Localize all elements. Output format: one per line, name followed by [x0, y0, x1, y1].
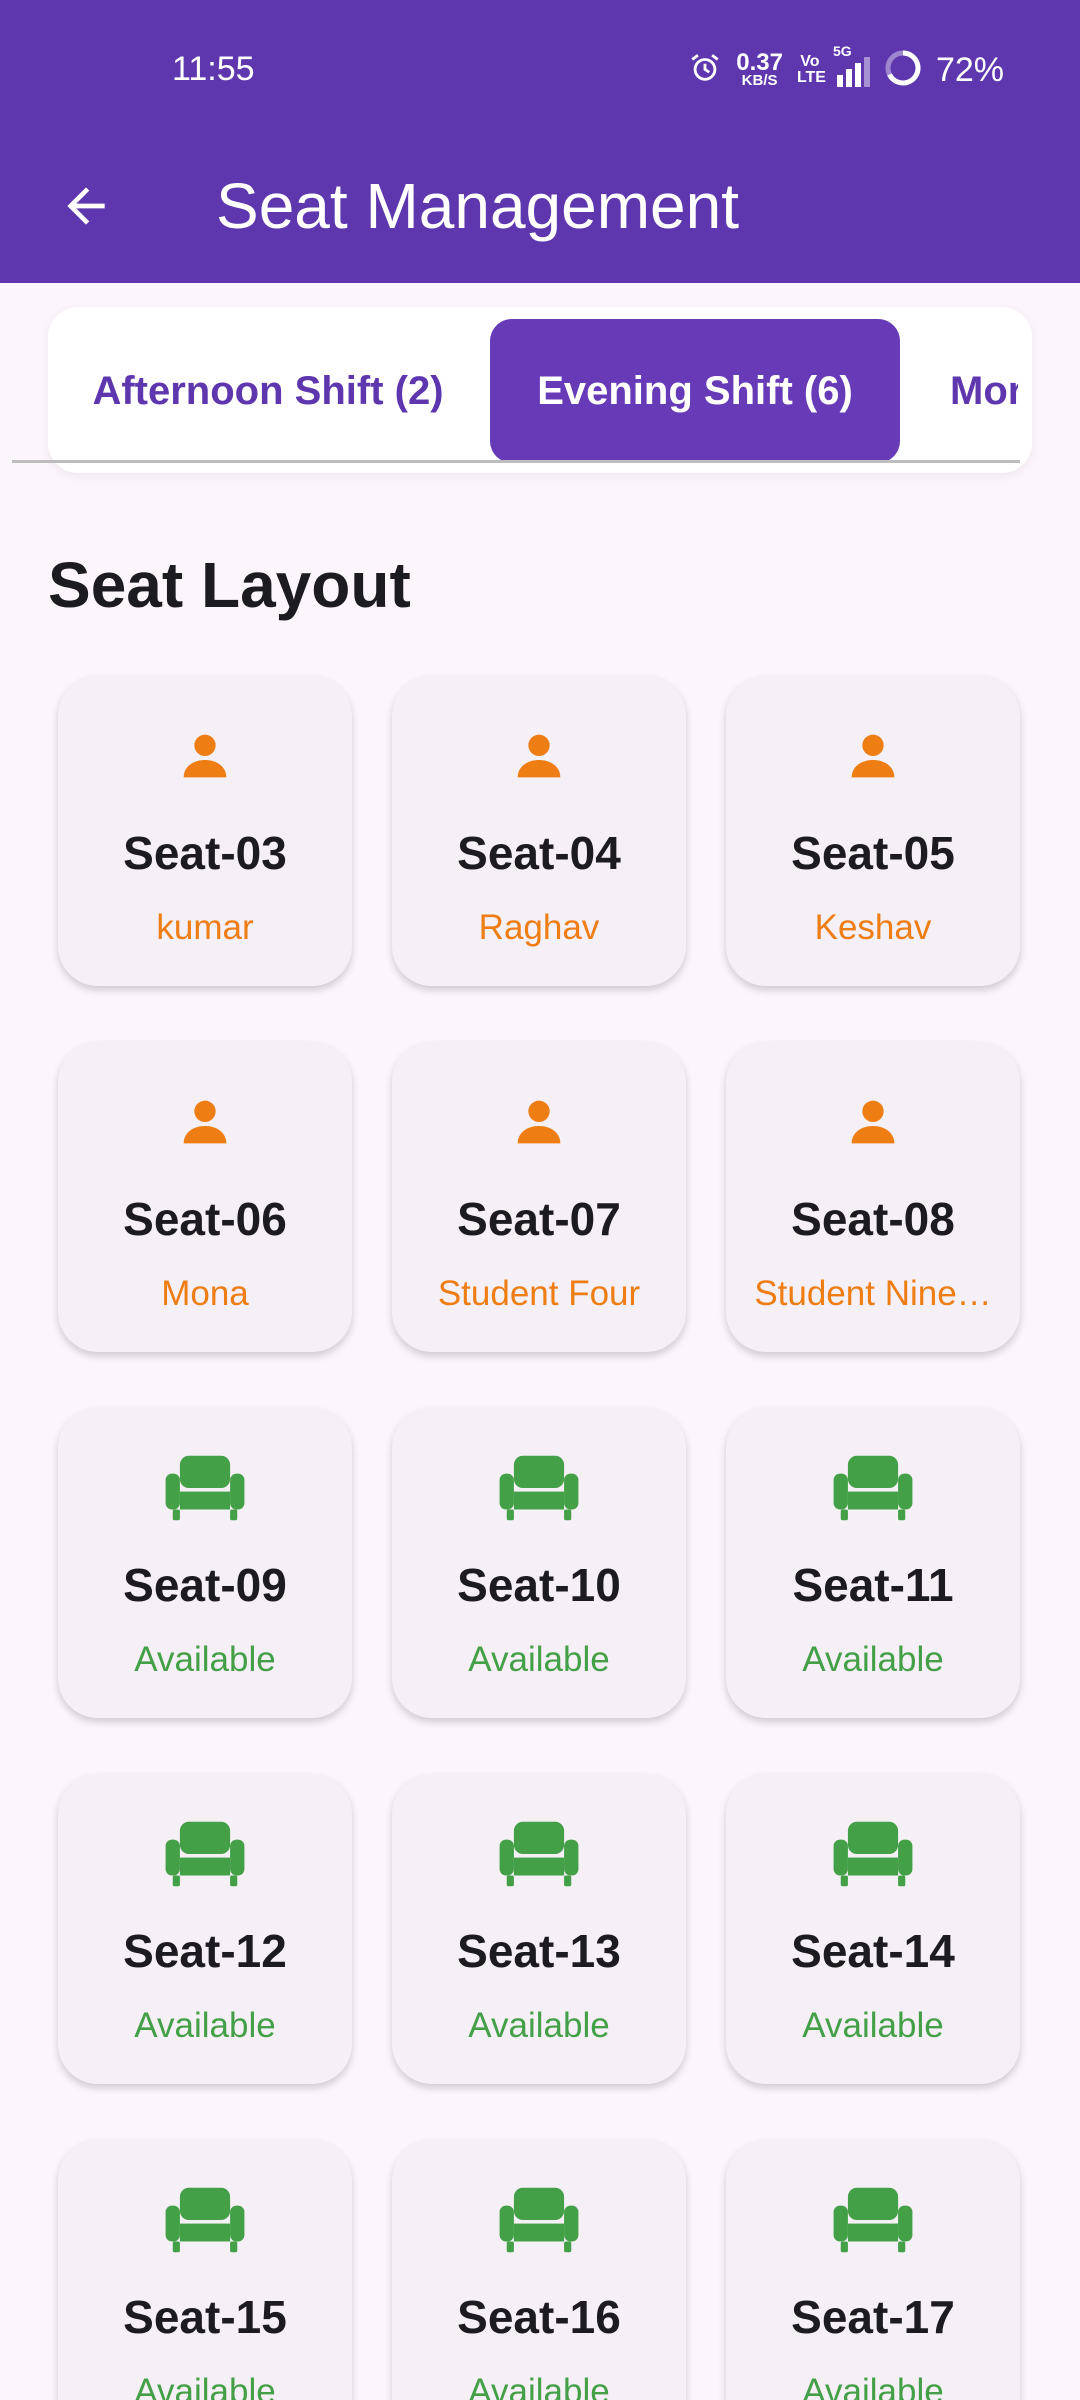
sofa-icon [726, 2180, 1020, 2260]
sofa-icon [392, 1814, 686, 1894]
person-icon [58, 716, 352, 796]
seat-name: Seat-03 [123, 827, 287, 879]
network-speed-unit: KB/S [741, 71, 778, 89]
volte-indicator: Vo LTE [796, 53, 826, 86]
seat-name: Seat-16 [457, 2291, 621, 2343]
arrow-back-icon [67, 187, 105, 225]
seat-card[interactable]: Seat-16 Available [392, 2140, 686, 2400]
status-bar: 11:55 0.37 KB/S Vo LTE 5G 72% [0, 0, 1080, 140]
app-bar: Seat Management [0, 140, 1080, 283]
signal-icon: 5G [833, 43, 870, 87]
seat-card[interactable]: Seat-12 Available [58, 1774, 352, 2084]
sofa-icon [392, 1448, 686, 1528]
person-icon [726, 716, 1020, 796]
seat-status: Raghav [478, 908, 600, 947]
battery-level: 72% [935, 50, 1004, 89]
seat-name: Seat-05 [791, 827, 955, 879]
seat-name: Seat-15 [123, 2291, 287, 2343]
seat-status: Mona [161, 1274, 249, 1313]
seat-layout-heading: Seat Layout [48, 549, 411, 621]
seat-status: Available [134, 2006, 276, 2045]
seat-card[interactable]: Seat-07 Student Four [392, 1042, 686, 1352]
person-icon [726, 1082, 1020, 1162]
person-icon [392, 1082, 686, 1162]
seat-status: Keshav [814, 908, 932, 947]
network-type: 5G [832, 43, 852, 59]
seat-card[interactable]: Seat-13 Available [392, 1774, 686, 2084]
sofa-icon [58, 1814, 352, 1894]
seat-name: Seat-08 [791, 1193, 955, 1245]
sofa-icon [726, 1448, 1020, 1528]
seat-card[interactable]: Seat-06 Mona [58, 1042, 352, 1352]
seat-name: Seat-14 [791, 1925, 955, 1977]
battery-icon [884, 49, 922, 92]
tab-morning-shift[interactable]: Mor [920, 319, 1018, 463]
seat-card[interactable]: Seat-04 Raghav [392, 676, 686, 986]
status-icons: 0.37 KB/S Vo LTE 5G 72% [688, 43, 1004, 92]
seat-name: Seat-10 [457, 1559, 621, 1611]
seat-status: Available [802, 2372, 944, 2400]
seat-grid: Seat-03 kumar Seat-04 Raghav Seat-05 Keshav Se… [58, 676, 1020, 2400]
seat-name: Seat-11 [792, 1559, 954, 1611]
seat-card[interactable]: Seat-09 Available [58, 1408, 352, 1718]
seat-card[interactable]: Seat-17 Available [726, 2140, 1020, 2400]
seat-card[interactable]: Seat-15 Available [58, 2140, 352, 2400]
network-speed: 0.37 KB/S [736, 48, 783, 89]
tab-afternoon-shift[interactable]: Afternoon Shift (2) [48, 319, 488, 463]
alarm-icon [688, 51, 722, 90]
sofa-icon [58, 2180, 352, 2260]
seat-card[interactable]: Seat-10 Available [392, 1408, 686, 1718]
seat-card[interactable]: Seat-11 Available [726, 1408, 1020, 1718]
seat-status: Available [134, 1640, 276, 1679]
seat-status: Available [802, 1640, 944, 1679]
person-icon [58, 1082, 352, 1162]
tabs-divider [12, 460, 1020, 463]
tab-evening-shift[interactable]: Evening Shift (6) [490, 319, 900, 463]
back-button[interactable] [48, 168, 124, 244]
sofa-icon [726, 1814, 1020, 1894]
seat-card[interactable]: Seat-08 Student Nine… [726, 1042, 1020, 1352]
seat-status: Student Nine… [754, 1274, 992, 1313]
status-time: 11:55 [172, 50, 255, 88]
shift-tabs: Afternoon Shift (2) Evening Shift (6) Mo… [48, 307, 1032, 473]
seat-name: Seat-06 [123, 1193, 287, 1245]
page-title: Seat Management [216, 170, 739, 242]
seat-status: Available [802, 2006, 944, 2045]
sofa-icon [58, 1448, 352, 1528]
seat-name: Seat-12 [123, 1925, 287, 1977]
person-icon [392, 716, 686, 796]
seat-status: kumar [156, 908, 254, 947]
seat-status: Available [134, 2372, 276, 2400]
sofa-icon [392, 2180, 686, 2260]
seat-card[interactable]: Seat-14 Available [726, 1774, 1020, 2084]
seat-name: Seat-09 [123, 1559, 287, 1611]
seat-card[interactable]: Seat-05 Keshav [726, 676, 1020, 986]
seat-status: Available [468, 1640, 610, 1679]
seat-name: Seat-04 [457, 827, 621, 879]
seat-status: Student Four [437, 1274, 641, 1313]
network-speed-value: 0.37 [736, 48, 783, 76]
seat-card[interactable]: Seat-03 kumar [58, 676, 352, 986]
seat-status: Available [468, 2372, 610, 2400]
seat-name: Seat-07 [457, 1193, 621, 1245]
seat-name: Seat-13 [457, 1925, 621, 1977]
seat-status: Available [468, 2006, 610, 2045]
seat-name: Seat-17 [791, 2291, 955, 2343]
